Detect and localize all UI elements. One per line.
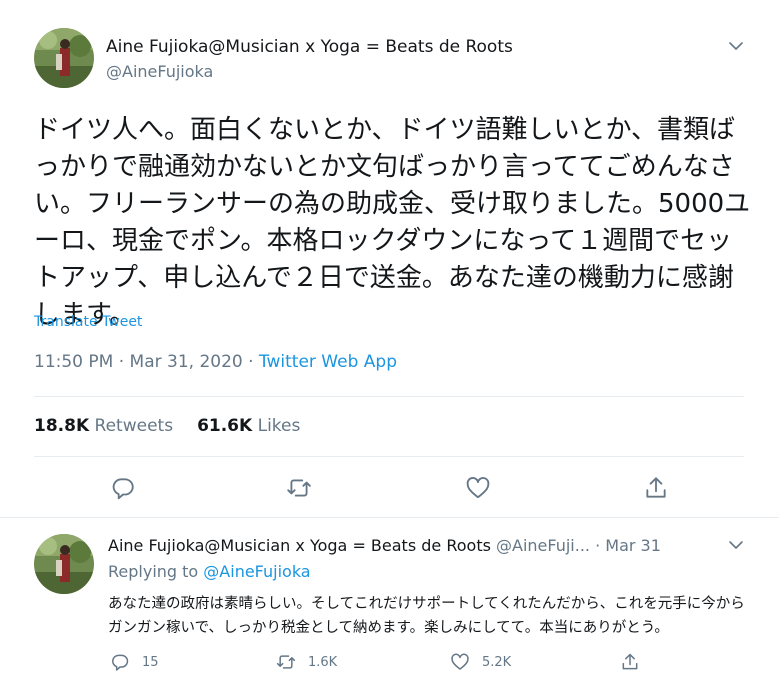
retweets-stat[interactable]: 18.8K Retweets: [34, 416, 173, 436]
engagement-stats: 18.8K Retweets 61.6K Likes: [34, 416, 300, 436]
retweets-count: 18.8K: [34, 416, 90, 436]
share-action[interactable]: [620, 652, 652, 672]
retweet-action[interactable]: 1.6K: [276, 652, 337, 672]
tweet-text: ドイツ人へ。面白くないとか、ドイツ語難しいとか、書類ばっかりで融通効かないとか文…: [34, 115, 751, 330]
translate-tweet-link[interactable]: Translate Tweet: [34, 314, 142, 330]
reply-header: Aine Fujioka@Musician x Yoga = Beats de …: [108, 536, 661, 555]
like-action[interactable]: 5.2K: [450, 652, 511, 672]
divider: [34, 456, 744, 457]
tweet-source-link[interactable]: Twitter Web App: [259, 352, 397, 372]
reply-icon[interactable]: [110, 475, 136, 501]
tweet-text: あなた達の政府は素晴らしい。そしてこれだけサポートしてくれたんだから、これを元手…: [108, 596, 745, 636]
user-handle[interactable]: @AineFujioka: [106, 62, 213, 81]
reply-count: 15: [142, 654, 159, 670]
tweet-time[interactable]: 11:50 PM · Mar 31, 2020 ·: [34, 352, 259, 372]
display-name[interactable]: Aine Fujioka@Musician x Yoga = Beats de …: [106, 37, 513, 57]
likes-count: 61.6K: [197, 416, 253, 436]
user-handle[interactable]: @AineFuji...: [496, 536, 590, 555]
like-count: 5.2K: [482, 654, 512, 670]
heart-icon[interactable]: [465, 475, 491, 501]
retweet-count: 1.6K: [308, 654, 338, 670]
display-name[interactable]: Aine Fujioka@Musician x Yoga = Beats de …: [108, 536, 491, 555]
tweet-date[interactable]: · Mar 31: [590, 536, 661, 555]
heart-icon[interactable]: [450, 652, 470, 672]
avatar[interactable]: [34, 534, 94, 594]
avatar[interactable]: [34, 28, 94, 88]
replying-to: Replying to @AineFujioka: [108, 562, 311, 581]
reply-action[interactable]: 15: [110, 652, 159, 672]
reply-icon[interactable]: [110, 652, 130, 672]
tweet-timestamp: 11:50 PM · Mar 31, 2020 · Twitter Web Ap…: [34, 352, 397, 372]
retweet-icon[interactable]: [286, 475, 312, 501]
likes-label: Likes: [257, 416, 301, 436]
divider: [34, 396, 744, 397]
share-icon[interactable]: [643, 475, 669, 501]
retweets-label: Retweets: [94, 416, 174, 436]
likes-stat[interactable]: 61.6K Likes: [197, 416, 300, 436]
replying-handle-link[interactable]: @AineFujioka: [203, 562, 310, 581]
chevron-down-icon[interactable]: [727, 536, 745, 554]
chevron-down-icon[interactable]: [727, 37, 745, 55]
reply-tweet[interactable]: Aine Fujioka@Musician x Yoga = Beats de …: [0, 518, 779, 682]
replying-prefix: Replying to: [108, 562, 204, 581]
main-tweet: Aine Fujioka@Musician x Yoga = Beats de …: [0, 0, 779, 518]
share-icon[interactable]: [620, 652, 640, 672]
retweet-icon[interactable]: [276, 652, 296, 672]
